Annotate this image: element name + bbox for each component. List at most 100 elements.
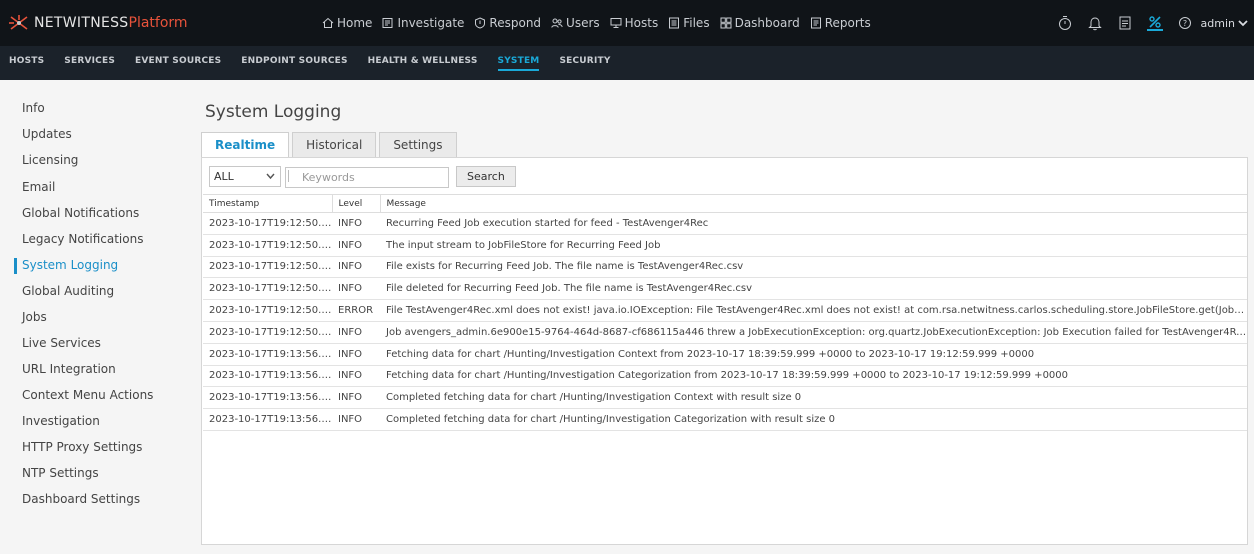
sidebar-item-global-auditing[interactable]: Global Auditing (22, 284, 114, 298)
cell-message: Fetching data for chart /Hunting/Investi… (380, 365, 1247, 388)
brand-platform: Platform (128, 15, 188, 31)
input-divider (288, 169, 289, 182)
hosts-icon (610, 17, 622, 29)
cell-level: INFO (332, 277, 380, 301)
col-message[interactable]: Message (380, 194, 1247, 213)
netwitness-logo-icon (9, 15, 28, 30)
cell-level: INFO (332, 212, 380, 235)
filter-bar: ALL Search (209, 166, 516, 188)
cell-level: INFO (332, 408, 380, 431)
cell-timestamp: 2023-10-17T19:12:50.284 (203, 277, 332, 301)
cell-level: INFO (332, 365, 380, 388)
level-select-value: ALL (214, 170, 234, 183)
cell-timestamp: 2023-10-17T19:12:50.256 (203, 234, 332, 257)
subnav-security[interactable]: SECURITY (559, 46, 610, 80)
sidebar-item-dashboard-settings[interactable]: Dashboard Settings (22, 492, 140, 506)
sidebar-item-investigation[interactable]: Investigation (22, 414, 100, 428)
sidebar-item-updates[interactable]: Updates (22, 127, 72, 141)
nav-files-label: Files (683, 16, 710, 30)
table-row[interactable]: 2023-10-17T19:13:56.854 INFO Fetching data… (203, 343, 1247, 366)
log-table: Timestamp Level Message 2023-10-17T19:12… (203, 194, 1247, 431)
cell-timestamp: 2023-10-17T19:12:50.284 (203, 299, 332, 322)
sidebar-item-live-services[interactable]: Live Services (22, 336, 101, 350)
cell-message: File TestAvenger4Rec.xml does not exist!… (380, 299, 1247, 322)
log-panel: ALL Search Timestamp Level Message 2023-… (201, 157, 1248, 545)
sidebar-item-context-menu-actions[interactable]: Context Menu Actions (22, 388, 153, 402)
cell-timestamp: 2023-10-17T19:12:50.256 (203, 212, 332, 235)
col-timestamp[interactable]: Timestamp (203, 194, 333, 213)
sidebar-item-url-integration[interactable]: URL Integration (22, 362, 116, 376)
table-row[interactable]: 2023-10-17T19:12:50.256 INFO Recurring Fee… (203, 212, 1247, 235)
nav-respond[interactable]: Respond (474, 16, 541, 30)
netwitness-logo[interactable]: NETWITNESS Platform (8, 14, 308, 32)
help-icon[interactable]: ? (1177, 15, 1193, 31)
table-row[interactable]: 2023-10-17T19:13:56.886 INFO Completed fet… (203, 408, 1247, 431)
sidebar-item-licensing[interactable]: Licensing (22, 153, 78, 167)
cell-message: File deleted for Recurring Feed Job. The… (380, 277, 1247, 301)
col-level[interactable]: Level (332, 194, 381, 213)
nav-files[interactable]: Files (668, 16, 710, 30)
table-row[interactable]: 2023-10-17T19:12:50.284 ERROR File TestAve… (203, 299, 1247, 322)
subnav-services[interactable]: SERVICES (64, 46, 115, 80)
right-nav: ? admin (1043, 0, 1248, 46)
home-icon (322, 17, 334, 29)
sidebar-item-system-logging[interactable]: System Logging (22, 258, 118, 272)
tab-historical[interactable]: Historical (292, 132, 377, 157)
timer-icon[interactable] (1057, 15, 1073, 31)
notes-icon[interactable] (1117, 15, 1133, 31)
table-row[interactable]: 2023-10-17T19:12:50.283 INFO File exists f… (203, 256, 1247, 279)
subnav-event-sources[interactable]: EVENT SOURCES (135, 46, 221, 80)
cell-message: Completed fetching data for chart /Hunti… (380, 386, 1247, 410)
level-select[interactable]: ALL (209, 166, 281, 187)
sidebar-item-http-proxy-settings[interactable]: HTTP Proxy Settings (22, 440, 142, 454)
cell-timestamp: 2023-10-17T19:13:56.886 (203, 408, 332, 431)
nav-dashboard[interactable]: Dashboard (720, 16, 800, 30)
nav-users[interactable]: Users (551, 16, 600, 30)
sidebar-item-legacy-notifications[interactable]: Legacy Notifications (22, 232, 143, 246)
cell-level: INFO (332, 256, 380, 279)
subnav-health-wellness[interactable]: HEALTH & WELLNESS (368, 46, 478, 80)
top-bar: NETWITNESS Platform Home Investigate Resp… (0, 0, 1254, 46)
sub-nav: HOSTS SERVICES EVENT SOURCES ENDPOINT SO… (0, 46, 1254, 80)
sidebar-item-ntp-settings[interactable]: NTP Settings (22, 466, 99, 480)
sidebar-item-info[interactable]: Info (22, 101, 45, 115)
bell-icon[interactable] (1087, 15, 1103, 31)
admin-tools-icon[interactable] (1146, 15, 1163, 31)
keyword-input[interactable] (285, 166, 449, 188)
chevron-down-icon (266, 173, 275, 180)
user-menu[interactable]: admin (1201, 17, 1248, 30)
nav-reports[interactable]: Reports (810, 16, 871, 30)
subnav-endpoint-sources[interactable]: ENDPOINT SOURCES (241, 46, 347, 80)
sidebar-item-jobs[interactable]: Jobs (22, 310, 47, 324)
keyword-wrap (281, 166, 449, 188)
cell-message: Recurring Feed Job execution started for… (380, 212, 1247, 235)
users-icon (551, 17, 563, 29)
subnav-hosts[interactable]: HOSTS (9, 46, 44, 80)
table-row[interactable]: 2023-10-17T19:12:50.284 INFO File deleted … (203, 277, 1247, 301)
svg-text:?: ? (1182, 19, 1186, 28)
reports-icon (810, 17, 822, 29)
table-row[interactable]: 2023-10-17T19:13:56.878 INFO Completed fet… (203, 386, 1247, 410)
nav-investigate-label: Investigate (397, 16, 465, 30)
page-title: System Logging (205, 102, 342, 122)
sidebar-item-email[interactable]: Email (22, 180, 55, 194)
user-name: admin (1200, 16, 1235, 30)
nav-hosts[interactable]: Hosts (610, 16, 658, 30)
nav-home[interactable]: Home (322, 16, 372, 30)
table-row[interactable]: 2023-10-17T19:12:50.284 INFO Job avengers_… (203, 321, 1247, 344)
search-button[interactable]: Search (456, 166, 516, 187)
tab-settings[interactable]: Settings (379, 132, 457, 157)
cell-level: INFO (332, 321, 380, 344)
respond-icon (474, 17, 486, 29)
cell-level: INFO (332, 386, 380, 410)
table-row[interactable]: 2023-10-17T19:13:56.857 INFO Fetching data… (203, 365, 1247, 388)
nav-investigate[interactable]: Investigate (382, 16, 464, 30)
sidebar-item-global-notifications[interactable]: Global Notifications (22, 206, 139, 220)
subnav-system[interactable]: SYSTEM (497, 46, 540, 80)
nav-dashboard-label: Dashboard (734, 16, 800, 30)
table-row[interactable]: 2023-10-17T19:12:50.256 INFO The input str… (203, 234, 1247, 257)
tab-bar: Realtime Historical Settings (201, 132, 460, 157)
cell-message: The input stream to JobFileStore for Rec… (380, 234, 1247, 257)
tab-realtime[interactable]: Realtime (201, 132, 290, 157)
cell-level: INFO (332, 234, 380, 257)
